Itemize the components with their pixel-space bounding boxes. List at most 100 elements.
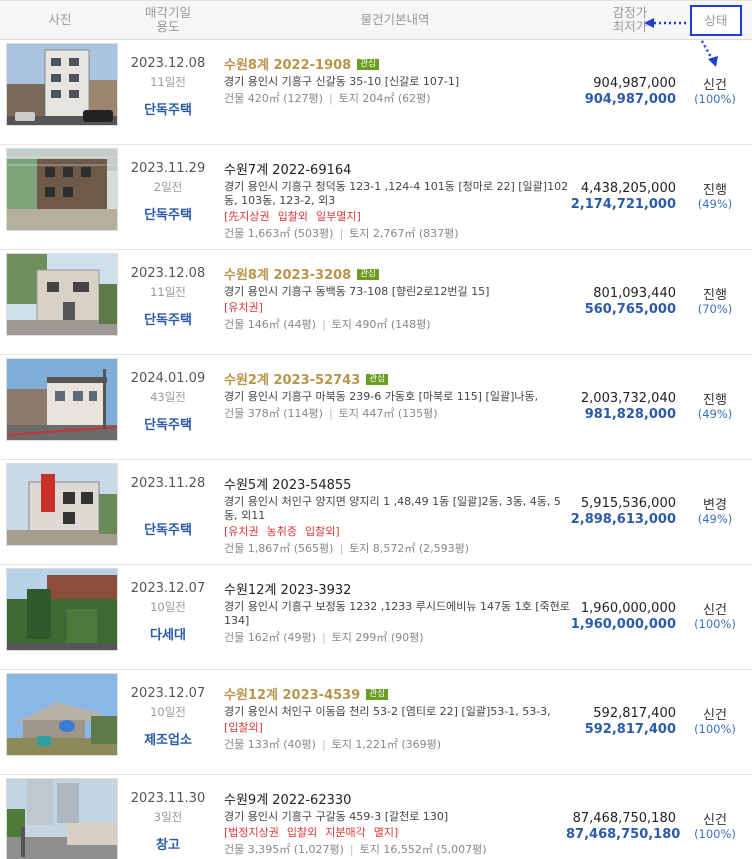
- property-photo[interactable]: [6, 358, 118, 441]
- sale-date: 2023.11.28: [130, 476, 206, 491]
- area-info: 건물 3,395㎡ (1,027평) | 토지 16,552㎡ (5,007평): [224, 842, 574, 857]
- list-item[interactable]: 2023.11.30 3일전 창고 수원9계 2022-62330 경기 용인시 기흥구…: [0, 775, 752, 859]
- property-image: [7, 149, 117, 230]
- property-usage[interactable]: 다세대: [120, 624, 216, 643]
- header-usage: 용도: [156, 19, 180, 34]
- property-photo[interactable]: [6, 778, 118, 859]
- building-area: 건물 1,867㎡ (565평): [224, 542, 334, 555]
- case-number[interactable]: 수원12계 2023-3932: [224, 583, 351, 598]
- list-item[interactable]: 2023.12.07 10일전 다세대 수원12계 2023-3932 경기 용인시 기…: [0, 565, 752, 670]
- case-number[interactable]: 수원12계 2023-4539: [224, 688, 360, 703]
- price-ratio: (100%): [694, 92, 736, 106]
- land-area: 토지 204㎡ (62평): [338, 92, 431, 105]
- minimum-price: 2,174,721,000: [570, 197, 676, 212]
- property-address: 경기 용인시 기흥구 청덕동 123-1 ,124-4 101동 [청마로 22…: [224, 180, 569, 207]
- property-address: 경기 용인시 처인구 이동읍 천리 53-2 [염티로 22] [일괄]53-1…: [224, 705, 551, 718]
- property-address: 경기 용인시 기흥구 구갈동 459-3 [갈천로 130]: [224, 810, 449, 823]
- property-info: 수원5계 2023-54855 경기 용인시 처인구 양지면 양지리 1 ,48,…: [224, 478, 574, 556]
- appraisal-price: 4,438,205,000: [580, 181, 676, 196]
- special-conditions: [입찰외]: [224, 720, 574, 735]
- land-area: 토지 490㎡ (148평): [331, 318, 431, 331]
- property-photo[interactable]: [6, 148, 118, 231]
- special-conditions: [先지상권 입찰외 일부멸지]: [224, 209, 574, 224]
- header-photo: 사진: [48, 12, 72, 27]
- case-number-link[interactable]: 수원8계 2022-1908 관심: [224, 58, 574, 74]
- property-address: 경기 용인시 기흥구 보정동 1232 ,1233 루시드에비뉴 147동 1호…: [224, 600, 570, 627]
- list-item[interactable]: 2023.11.29 2일전 단독주택 수원7계 2022-69164 경기 용인시 기…: [0, 145, 752, 250]
- price-ratio: (49%): [697, 197, 733, 211]
- price-ratio: (49%): [697, 512, 733, 526]
- minimum-price: 2,898,613,000: [570, 512, 676, 527]
- case-number-link[interactable]: 수원5계 2023-54855: [224, 478, 574, 494]
- property-info: 수원12계 2023-3932 경기 용인시 기흥구 보정동 1232 ,1233…: [224, 583, 574, 645]
- case-number[interactable]: 수원8계 2023-3208: [224, 268, 351, 283]
- property-usage[interactable]: 단독주택: [120, 414, 216, 433]
- case-number-link[interactable]: 수원7계 2022-69164: [224, 163, 574, 179]
- property-photo[interactable]: [6, 253, 118, 336]
- sale-date: 2023.12.08: [130, 56, 206, 71]
- case-number-link[interactable]: 수원12계 2023-4539 관심: [224, 688, 574, 704]
- property-image: [7, 359, 117, 440]
- case-number[interactable]: 수원8계 2022-1908: [224, 58, 351, 73]
- appraisal-price: 801,093,440: [593, 286, 676, 301]
- property-image: [7, 254, 117, 335]
- special-condition: [유치권]: [224, 301, 263, 314]
- property-usage[interactable]: 단독주택: [120, 519, 216, 538]
- appraisal-price: 592,817,400: [593, 706, 676, 721]
- building-area: 건물 378㎡ (114평): [224, 407, 323, 420]
- appraisal-price: 1,960,000,000: [580, 601, 676, 616]
- property-photo[interactable]: [6, 673, 118, 756]
- days-remaining: 3일전: [153, 810, 183, 824]
- building-area: 건물 1,663㎡ (503평): [224, 227, 334, 240]
- property-usage[interactable]: 창고: [120, 834, 216, 853]
- special-condition: [법정지상권: [224, 826, 279, 839]
- divider: |: [328, 407, 333, 420]
- interest-badge: 관심: [357, 269, 379, 280]
- case-number-link[interactable]: 수원9계 2022-62330: [224, 793, 574, 809]
- minimum-price: 560,765,000: [584, 302, 676, 317]
- list-item[interactable]: 2023.12.08 11일전 단독주택 수원8계 2023-3208 관심 경기 용인시…: [0, 250, 752, 355]
- list-item[interactable]: 2024.01.09 43일전 단독주택 수원2계 2023-52743 관심 경기 용인…: [0, 355, 752, 460]
- property-usage[interactable]: 제조업소: [120, 729, 216, 748]
- area-info: 건물 420㎡ (127평) | 토지 204㎡ (62평): [224, 91, 574, 106]
- case-number[interactable]: 수원5계 2023-54855: [224, 478, 351, 493]
- property-photo[interactable]: [6, 463, 118, 546]
- list-item[interactable]: 2023.12.08 11일전 단독주택 수원8계 2022-1908 관심 경기 용인시…: [0, 40, 752, 145]
- divider: |: [339, 227, 344, 240]
- days-remaining: 11일전: [150, 75, 186, 89]
- divider: |: [349, 843, 354, 856]
- status-label: 신건: [703, 708, 727, 723]
- property-address: 경기 용인시 처인구 양지면 양지리 1 ,48,49 1동 [일괄]2동, 3…: [224, 495, 561, 522]
- list-item[interactable]: 2023.12.07 10일전 제조업소 수원12계 2023-4539 관심 경기 용인…: [0, 670, 752, 775]
- property-image: [7, 464, 117, 545]
- minimum-price: 1,960,000,000: [570, 617, 676, 632]
- building-area: 건물 133㎡ (40평): [224, 738, 316, 751]
- land-area: 토지 8,572㎡ (2,593평): [349, 542, 470, 555]
- property-photo[interactable]: [6, 43, 118, 126]
- status-label: 신건: [703, 813, 727, 828]
- interest-badge: 관심: [366, 689, 388, 700]
- header-date: 매각기일: [144, 5, 191, 20]
- land-area: 토지 1,221㎡ (369평): [331, 738, 442, 751]
- list-item[interactable]: 2023.11.28 단독주택 수원5계 2023-54855 경기 용인시 처인구 …: [0, 460, 752, 565]
- special-condition: 지분매각: [325, 826, 366, 839]
- appraisal-price: 87,468,750,180: [572, 811, 676, 826]
- sale-date: 2023.12.07: [130, 581, 206, 596]
- case-number-link[interactable]: 수원12계 2023-3932: [224, 583, 574, 599]
- property-usage[interactable]: 단독주택: [120, 99, 216, 118]
- case-number[interactable]: 수원9계 2022-62330: [224, 793, 351, 808]
- price-ratio: (70%): [697, 302, 733, 316]
- days-remaining: 43일전: [150, 390, 186, 404]
- building-area: 건물 420㎡ (127평): [224, 92, 323, 105]
- case-number-link[interactable]: 수원2계 2023-52743 관심: [224, 373, 574, 389]
- case-number[interactable]: 수원7계 2022-69164: [224, 163, 351, 178]
- property-usage[interactable]: 단독주택: [120, 309, 216, 328]
- days-remaining: 2일전: [153, 180, 183, 194]
- property-photo[interactable]: [6, 568, 118, 651]
- case-number[interactable]: 수원2계 2023-52743: [224, 373, 360, 388]
- status-label: 변경: [703, 498, 727, 513]
- case-number-link[interactable]: 수원8계 2023-3208 관심: [224, 268, 574, 284]
- land-area: 토지 299㎡ (90평): [331, 631, 424, 644]
- price-ratio: (100%): [694, 617, 736, 631]
- property-usage[interactable]: 단독주택: [120, 204, 216, 223]
